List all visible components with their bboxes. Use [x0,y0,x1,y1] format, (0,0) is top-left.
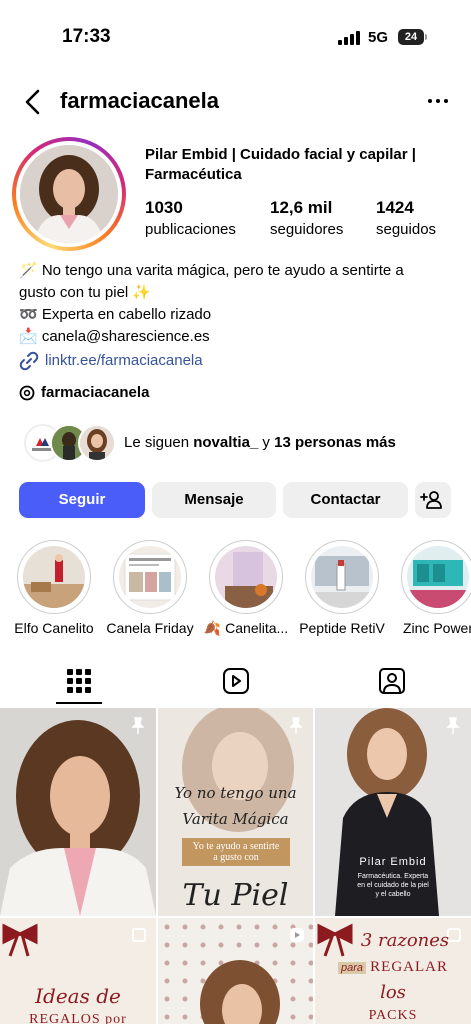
profile-avatar[interactable] [12,137,126,251]
post-text-line: Varita Mágica [182,810,289,828]
post-text-line: Yo te ayudo a sentirte [192,841,280,852]
pin-icon [446,717,460,734]
post-banner: Yo te ayudo a sentirte a gusto con [182,838,290,866]
post-text-line: REGALOS por [29,1012,127,1024]
profile-display-name: Pilar Embid | Cuidado facial y capilar |… [145,146,416,183]
carousel-icon [132,928,146,942]
followed-by-prefix: Le siguen [124,434,194,451]
link-icon [19,351,39,371]
post-text-line: para [337,962,366,974]
highlight-elfo-canelito[interactable]: Elfo Canelito [14,540,94,636]
highlight-zinc-power[interactable]: Zinc Power [400,540,471,636]
post-thumbnail[interactable] [158,918,313,1024]
post-text-line: a gusto con [213,852,259,863]
threads-handle: farmaciacanela [41,384,150,401]
post-thumbnail[interactable]: Pilar Embid Farmacéutica. Experta en el … [315,708,471,916]
signal-icon [338,31,362,45]
network-type: 5G [368,29,389,46]
post-text-line: Yo no tengo una [174,784,297,802]
post-text-line: Ideas de [35,984,121,1008]
post-text-line: PACKS [368,1008,418,1023]
threads-link[interactable]: farmaciacanela [19,384,149,401]
bow-icon [2,923,38,957]
add-user-button[interactable] [415,482,451,518]
stat-posts-value: 1030 [145,198,183,217]
bio-line: ➿ Experta en cabello rizado [19,306,212,323]
reel-icon [290,928,304,942]
stat-following[interactable]: 1424 seguidos [376,198,436,238]
mutual-followers-avatars[interactable] [24,424,116,462]
post-thumbnail[interactable] [0,708,156,916]
followed-by-middle: y [258,434,275,451]
stat-following-value: 1424 [376,198,414,217]
post-caption: Farmacéutica. Experta en el cuidado de l… [315,872,471,899]
stat-posts-label: publicaciones [145,221,236,238]
highlight-label: Canela Friday [106,620,194,636]
post-text-line: 3 razones [360,930,450,951]
reels-tab-icon[interactable] [219,666,253,696]
highlight-peptide-retiv[interactable]: Peptide RetiV [299,540,385,636]
status-time: 17:33 [62,26,111,47]
highlight-canelita[interactable]: 🍂 Canelita... [204,540,288,636]
bio-line: 🪄 No tengo una varita mágica, pero te ay… [19,262,404,279]
pin-icon [131,717,145,734]
header-username: farmaciacanela [60,88,219,113]
tagged-tab-icon[interactable] [375,666,409,696]
post-thumbnail[interactable]: Ideas de REGALOS por [0,918,156,1024]
highlight-label: Elfo Canelito [14,620,94,636]
post-thumbnail[interactable]: Yo no tengo una Varita Mágica Yo te ayud… [158,708,313,916]
followed-by-text[interactable]: Le siguen novaltia_ y 13 personas más [124,434,396,451]
follow-button[interactable]: Seguir [19,482,145,518]
avatar [78,424,116,462]
highlight-canela-friday[interactable]: Canela Friday [106,540,194,636]
contact-button[interactable]: Contactar [283,482,408,518]
post-text-line: Tu Piel [182,878,289,913]
more-options-icon[interactable] [428,99,450,105]
profile-link-text[interactable]: linktr.ee/farmaciacanela [45,350,203,372]
battery-icon: 24 [398,29,424,45]
highlight-label: Zinc Power [402,620,471,636]
followed-by-account: novaltia_ [193,434,259,451]
post-thumbnail[interactable]: 3 razones para REGALAR los PACKS [315,918,471,1024]
stat-followers-label: seguidores [270,221,344,238]
add-user-icon [420,491,442,509]
profile-link[interactable]: linktr.ee/farmaciacanela [19,350,459,372]
message-button[interactable]: Mensaje [152,482,276,518]
stat-followers-value: 12,6 mil [270,198,333,217]
grid-tab-icon[interactable] [62,666,96,696]
post-text-line: y el cabello [375,891,411,898]
highlight-label: 🍂 Canelita... [203,620,289,636]
pin-icon [289,717,303,734]
post-text-line: Farmacéutica. Experta [357,873,429,880]
post-text-line: los [380,982,406,1003]
threads-icon [19,385,35,400]
highlight-label: Peptide RetiV [299,620,385,636]
battery-tip [425,34,427,40]
followed-by-others: 13 personas más [274,434,396,451]
stat-posts[interactable]: 1030 publicaciones [145,198,236,238]
bio-line: 📩 canela@sharescience.es [19,328,210,345]
stat-following-label: seguidos [376,221,437,238]
post-name: Pilar Embid [359,856,427,868]
post-text-line: REGALAR [370,959,449,975]
back-arrow-icon[interactable] [22,88,44,116]
post-text-line: en el cuidado de la piel [357,882,429,889]
profile-bio: 🪄 No tengo una varita mágica, pero te ay… [19,260,459,372]
active-tab-indicator [56,702,102,704]
post-text-row: para REGALAR [315,958,471,976]
stat-followers[interactable]: 12,6 mil seguidores [270,198,343,238]
bio-line: gusto con tu piel ✨ [19,284,152,301]
